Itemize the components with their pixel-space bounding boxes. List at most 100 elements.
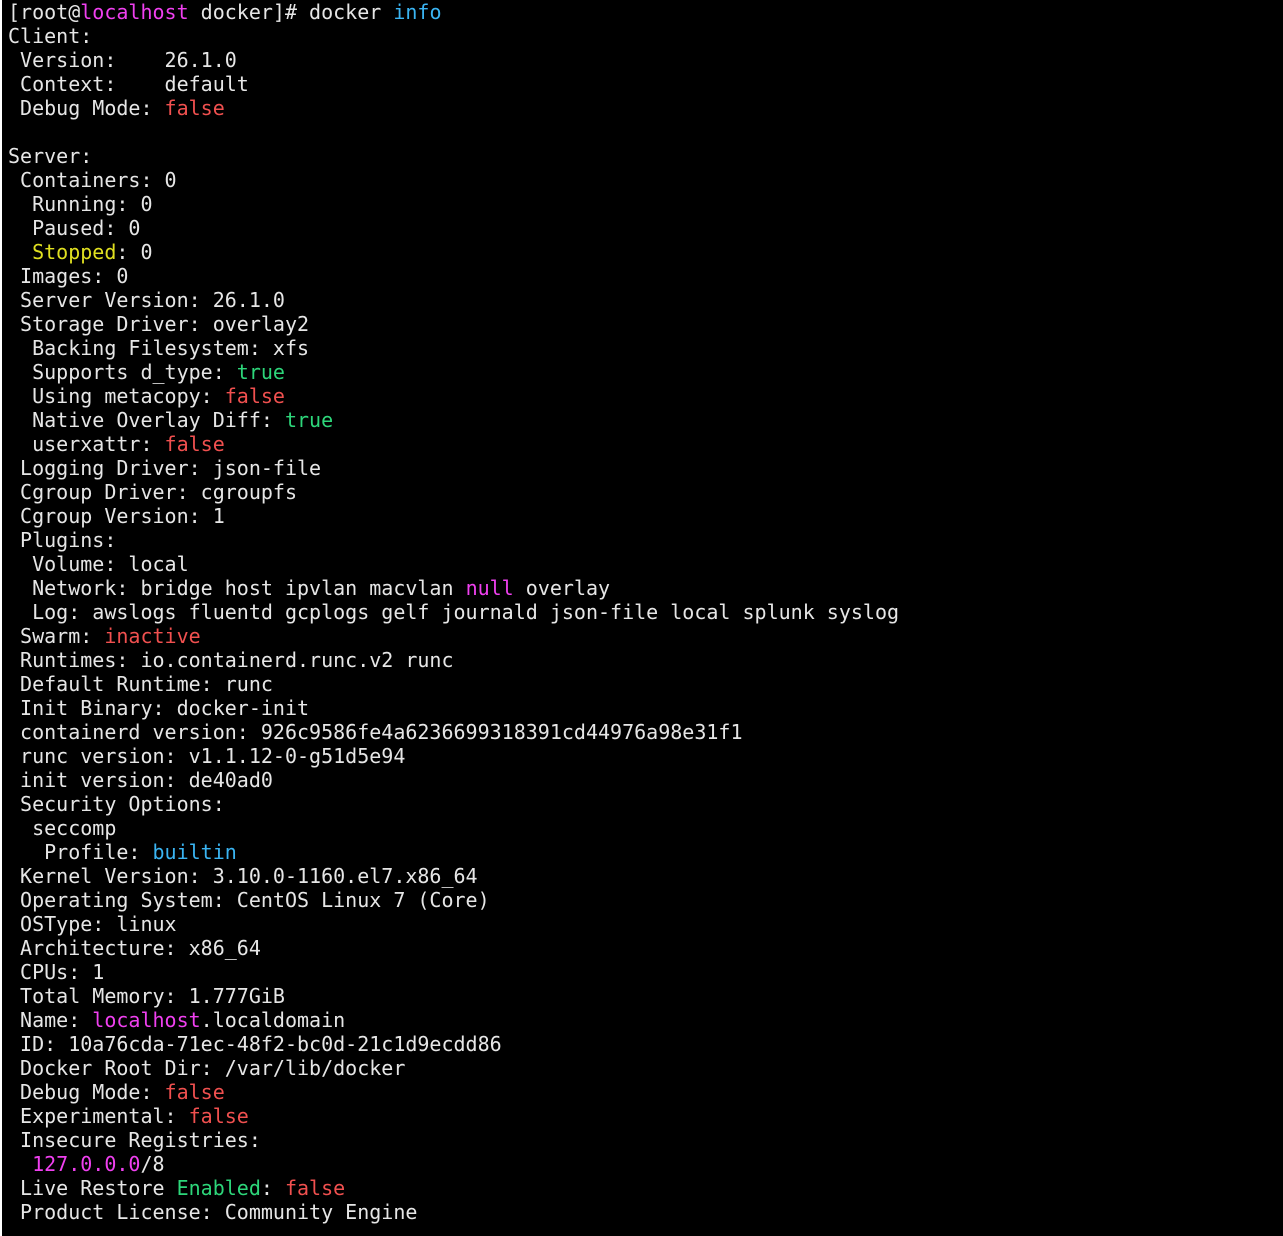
output-line: Init Binary: docker-init [8, 696, 899, 720]
output-line: Volume: local [8, 552, 899, 576]
text-segment: Total Memory: 1.777GiB [8, 984, 285, 1008]
text-segment: Containers: 0 [8, 168, 177, 192]
text-segment: Runtimes: io.containerd.runc.v2 runc [8, 648, 454, 672]
output-line: Profile: builtin [8, 840, 899, 864]
output-line: Supports d_type: true [8, 360, 899, 384]
output-line: userxattr: false [8, 432, 899, 456]
text-segment: false [224, 384, 285, 408]
text-segment: Native Overlay Diff: [8, 408, 285, 432]
text-segment: Kernel Version: 3.10.0-1160.el7.x86_64 [8, 864, 478, 888]
text-segment: Log: awslogs fluentd gcplogs gelf journa… [8, 600, 900, 624]
output-line: Product License: Community Engine [8, 1200, 899, 1224]
output-line: Security Options: [8, 792, 899, 816]
output-line: CPUs: 1 [8, 960, 899, 984]
text-segment: Backing Filesystem: xfs [8, 336, 310, 360]
output-line: Runtimes: io.containerd.runc.v2 runc [8, 648, 899, 672]
output-line: Cgroup Version: 1 [8, 504, 899, 528]
output-line: Operating System: CentOS Linux 7 (Core) [8, 888, 899, 912]
terminal-window[interactable]: [root@localhost docker]# docker info Clie… [2, 0, 1283, 1236]
terminal-output: [root@localhost docker]# docker info Clie… [8, 0, 899, 1224]
text-segment: Running: 0 [8, 192, 153, 216]
text-segment [8, 240, 32, 264]
text-segment: null [465, 576, 514, 600]
output-line: Total Memory: 1.777GiB [8, 984, 899, 1008]
output-line: Stopped: 0 [8, 240, 899, 264]
text-segment: Logging Driver: json-file [8, 456, 322, 480]
text-segment: : 0 [116, 240, 153, 264]
output-line: Images: 0 [8, 264, 899, 288]
text-segment: Client: [8, 24, 93, 48]
text-segment: Cgroup Driver: cgroupfs [8, 480, 297, 504]
output-line: Docker Root Dir: /var/lib/docker [8, 1056, 899, 1080]
output-line: ID: 10a76cda-71ec-48f2-bc0d-21c1d9ecdd86 [8, 1032, 899, 1056]
output-line: Using metacopy: false [8, 384, 899, 408]
output-line: Containers: 0 [8, 168, 899, 192]
text-segment: ID: 10a76cda-71ec-48f2-bc0d-21c1d9ecdd86 [8, 1032, 502, 1056]
text-segment: builtin [152, 840, 237, 864]
output-line: Debug Mode: false [8, 96, 899, 120]
text-segment: Insecure Registries: [8, 1128, 261, 1152]
output-line: Server: [8, 144, 899, 168]
text-segment: Docker Root Dir: /var/lib/docker [8, 1056, 406, 1080]
output-line: Cgroup Driver: cgroupfs [8, 480, 899, 504]
output-line: Logging Driver: json-file [8, 456, 899, 480]
output-line: init version: de40ad0 [8, 768, 899, 792]
text-segment: init version: de40ad0 [8, 768, 273, 792]
text-segment: Version: 26.1.0 [8, 48, 237, 72]
output-line: Swarm: inactive [8, 624, 899, 648]
text-segment: Server: [8, 144, 93, 168]
output-line: Paused: 0 [8, 216, 899, 240]
text-segment: [root@ [8, 0, 81, 24]
text-segment: Volume: local [8, 552, 189, 576]
prompt-line: [root@localhost docker]# docker info [8, 0, 899, 24]
text-segment: /8 [140, 1152, 165, 1176]
text-segment: Supports d_type: [8, 360, 237, 384]
text-segment: info [393, 0, 442, 24]
text-segment: CPUs: 1 [8, 960, 105, 984]
text-segment: overlay [513, 576, 611, 600]
text-segment: Paused: 0 [8, 216, 141, 240]
output-line: OSType: linux [8, 912, 899, 936]
text-segment: Debug Mode: [8, 1080, 165, 1104]
text-segment: Name: [8, 1008, 93, 1032]
text-segment: runc version: v1.1.12-0-g51d5e94 [8, 744, 406, 768]
text-segment: Storage Driver: overlay2 [8, 312, 310, 336]
output-line: Client: [8, 24, 899, 48]
output-line: Insecure Registries: [8, 1128, 899, 1152]
output-line: Server Version: 26.1.0 [8, 288, 899, 312]
output-line: Running: 0 [8, 192, 899, 216]
text-segment: true [236, 360, 285, 384]
text-segment: docker]# docker [188, 0, 394, 24]
text-segment: Network: bridge host ipvlan macvlan [8, 576, 466, 600]
text-segment: Product License: Community Engine [8, 1200, 418, 1224]
output-line: Log: awslogs fluentd gcplogs gelf journa… [8, 600, 899, 624]
text-segment: false [164, 432, 225, 456]
text-segment: Using metacopy: [8, 384, 225, 408]
text-segment: Plugins: [8, 528, 117, 552]
output-line: 127.0.0.0/8 [8, 1152, 899, 1176]
text-segment: Debug Mode: [8, 96, 165, 120]
output-line: Name: localhost.localdomain [8, 1008, 899, 1032]
output-line: Context: default [8, 72, 899, 96]
text-segment: containerd version: 926c9586fe4a62366993… [8, 720, 743, 744]
output-line: containerd version: 926c9586fe4a62366993… [8, 720, 899, 744]
text-segment [8, 1152, 32, 1176]
output-line: Plugins: [8, 528, 899, 552]
output-line: Debug Mode: false [8, 1080, 899, 1104]
text-segment: Experimental: [8, 1104, 189, 1128]
text-segment: Architecture: x86_64 [8, 936, 261, 960]
text-segment: Security Options: [8, 792, 225, 816]
output-line: runc version: v1.1.12-0-g51d5e94 [8, 744, 899, 768]
output-line: Default Runtime: runc [8, 672, 899, 696]
output-line: Experimental: false [8, 1104, 899, 1128]
text-segment: Default Runtime: runc [8, 672, 273, 696]
text-segment: localhost [92, 1008, 201, 1032]
output-line: Kernel Version: 3.10.0-1160.el7.x86_64 [8, 864, 899, 888]
text-segment: Context: default [8, 72, 249, 96]
text-segment: Images: 0 [8, 264, 129, 288]
output-line: Version: 26.1.0 [8, 48, 899, 72]
text-segment: Swarm: [8, 624, 105, 648]
text-segment: Profile: [8, 840, 153, 864]
text-segment: Server Version: 26.1.0 [8, 288, 285, 312]
text-segment: false [164, 96, 225, 120]
